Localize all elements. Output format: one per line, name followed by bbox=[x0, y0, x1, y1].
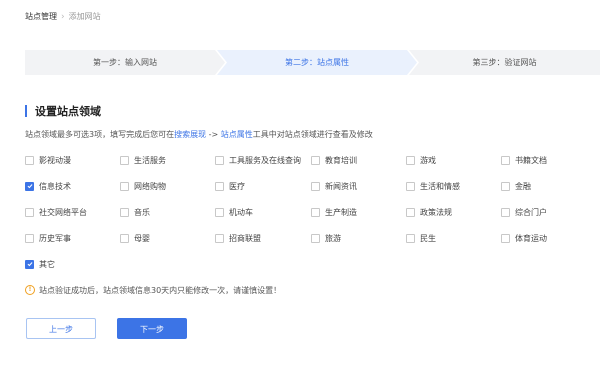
category-label: 医疗 bbox=[229, 181, 245, 191]
notice: ! 站点验证成功后，站点领域信息30天内只能修改一次，请谨慎设置！ bbox=[25, 284, 281, 296]
checkbox-icon[interactable] bbox=[120, 233, 129, 243]
category-label: 音乐 bbox=[134, 207, 150, 217]
checkbox-icon[interactable] bbox=[311, 207, 320, 217]
category-label: 生产制造 bbox=[325, 207, 357, 217]
category-label: 教育培训 bbox=[325, 155, 357, 165]
category-checkbox[interactable]: 历史军事 bbox=[25, 233, 71, 243]
category-checkbox[interactable]: 社交网络平台 bbox=[25, 207, 87, 217]
category-label: 政策法规 bbox=[420, 207, 452, 217]
next-step-button[interactable]: 下一步 bbox=[117, 318, 187, 339]
category-label: 机动车 bbox=[229, 207, 253, 217]
chevron-right-icon: › bbox=[61, 12, 65, 22]
title-accent-bar bbox=[25, 105, 27, 117]
checkbox-icon[interactable] bbox=[120, 155, 129, 165]
checkbox-icon[interactable] bbox=[311, 155, 320, 165]
category-checkbox[interactable]: 工具服务及在线查询 bbox=[215, 155, 301, 165]
checkbox-icon[interactable] bbox=[215, 181, 224, 191]
category-label: 其它 bbox=[39, 259, 55, 269]
category-checkbox[interactable]: 医疗 bbox=[215, 181, 245, 191]
checkbox-icon[interactable] bbox=[501, 233, 510, 243]
category-checkbox[interactable]: 游戏 bbox=[406, 155, 436, 165]
category-label: 金融 bbox=[515, 181, 531, 191]
prev-step-button[interactable]: 上一步 bbox=[26, 318, 96, 339]
step-3: 第三步：验证网站 bbox=[409, 50, 600, 75]
category-label: 生活服务 bbox=[134, 155, 166, 165]
desc-prefix: 站点领域最多可选3项，填写完成后您可在 bbox=[25, 130, 175, 139]
category-checkbox[interactable]: 旅游 bbox=[311, 233, 341, 243]
category-checkbox[interactable]: 招商联盟 bbox=[215, 233, 261, 243]
category-checkbox[interactable]: 金融 bbox=[501, 181, 531, 191]
category-checkbox[interactable]: 生活服务 bbox=[120, 155, 166, 165]
category-label: 招商联盟 bbox=[229, 233, 261, 243]
section-description: 站点领域最多可选3项，填写完成后您可在搜索展现 -> 站点属性工具中对站点领域进… bbox=[25, 129, 373, 141]
category-checkbox[interactable]: 体育运动 bbox=[501, 233, 547, 243]
category-checkbox[interactable]: 政策法规 bbox=[406, 207, 452, 217]
step-2: 第二步：站点属性 bbox=[217, 50, 417, 75]
category-checkbox[interactable]: 综合门户 bbox=[501, 207, 547, 217]
checkbox-icon[interactable] bbox=[215, 233, 224, 243]
checkbox-checked-icon[interactable] bbox=[25, 259, 34, 269]
checkbox-icon[interactable] bbox=[215, 155, 224, 165]
breadcrumb-home[interactable]: 站点管理 bbox=[25, 10, 57, 24]
checkbox-icon[interactable] bbox=[215, 207, 224, 217]
checkbox-checked-icon[interactable] bbox=[25, 181, 34, 191]
category-checkbox[interactable]: 信息技术 bbox=[25, 181, 71, 191]
category-label: 母婴 bbox=[134, 233, 150, 243]
category-checkbox[interactable]: 书籍文档 bbox=[501, 155, 547, 165]
category-label: 综合门户 bbox=[515, 207, 547, 217]
category-checkbox[interactable]: 音乐 bbox=[120, 207, 150, 217]
category-checkbox[interactable]: 新闻资讯 bbox=[311, 181, 357, 191]
notice-text: 站点验证成功后，站点领域信息30天内只能修改一次，请谨慎设置！ bbox=[39, 285, 282, 295]
checkbox-icon[interactable] bbox=[406, 233, 415, 243]
category-label: 生活和情感 bbox=[420, 181, 460, 191]
category-label: 历史军事 bbox=[39, 233, 71, 243]
category-label: 信息技术 bbox=[39, 181, 71, 191]
desc-suffix: 工具中对站点领域进行查看及修改 bbox=[252, 130, 373, 139]
category-label: 旅游 bbox=[325, 233, 341, 243]
checkbox-icon[interactable] bbox=[501, 207, 510, 217]
section-header: 设置站点领域 bbox=[25, 104, 101, 118]
section-title: 设置站点领域 bbox=[35, 105, 101, 118]
category-label: 新闻资讯 bbox=[325, 181, 357, 191]
category-checkbox[interactable]: 母婴 bbox=[120, 233, 150, 243]
checkbox-icon[interactable] bbox=[25, 207, 34, 217]
category-checkbox[interactable]: 其它 bbox=[25, 259, 55, 269]
checkbox-icon[interactable] bbox=[501, 155, 510, 165]
breadcrumb-current: 添加网站 bbox=[68, 12, 101, 21]
category-checkbox[interactable]: 生产制造 bbox=[311, 207, 357, 217]
checkbox-icon[interactable] bbox=[406, 155, 415, 165]
category-label: 体育运动 bbox=[515, 233, 547, 243]
checkbox-icon[interactable] bbox=[120, 181, 129, 191]
category-label: 网络购物 bbox=[134, 181, 166, 191]
category-label: 社交网络平台 bbox=[39, 207, 87, 217]
category-label: 民生 bbox=[420, 233, 436, 243]
category-checkbox[interactable]: 生活和情感 bbox=[406, 181, 460, 191]
checkbox-icon[interactable] bbox=[311, 181, 320, 191]
search-display-link[interactable]: 搜索展现 bbox=[174, 130, 206, 139]
category-label: 书籍文档 bbox=[515, 155, 547, 165]
checkbox-icon[interactable] bbox=[406, 207, 415, 217]
category-checkbox[interactable]: 教育培训 bbox=[311, 155, 357, 165]
category-label: 工具服务及在线查询 bbox=[229, 155, 301, 165]
checkbox-icon[interactable] bbox=[406, 181, 415, 191]
step-progress: 第一步：输入网站 第二步：站点属性 第三步：验证网站 bbox=[25, 50, 600, 75]
warning-icon: ! bbox=[25, 285, 35, 295]
checkbox-icon[interactable] bbox=[501, 181, 510, 191]
step-1: 第一步：输入网站 bbox=[25, 50, 225, 75]
checkbox-icon[interactable] bbox=[25, 233, 34, 243]
checkbox-icon[interactable] bbox=[311, 233, 320, 243]
category-label: 影视动漫 bbox=[39, 155, 71, 165]
breadcrumb: 站点管理 › 添加网站 bbox=[25, 10, 101, 24]
category-checkbox[interactable]: 网络购物 bbox=[120, 181, 166, 191]
category-checkbox[interactable]: 影视动漫 bbox=[25, 155, 71, 165]
desc-arrow: -> bbox=[206, 130, 221, 139]
checkbox-icon[interactable] bbox=[120, 207, 129, 217]
category-label: 游戏 bbox=[420, 155, 436, 165]
site-attribute-link[interactable]: 站点属性 bbox=[221, 130, 253, 139]
checkbox-icon[interactable] bbox=[25, 155, 34, 165]
category-checkbox[interactable]: 机动车 bbox=[215, 207, 253, 217]
category-checkbox[interactable]: 民生 bbox=[406, 233, 436, 243]
